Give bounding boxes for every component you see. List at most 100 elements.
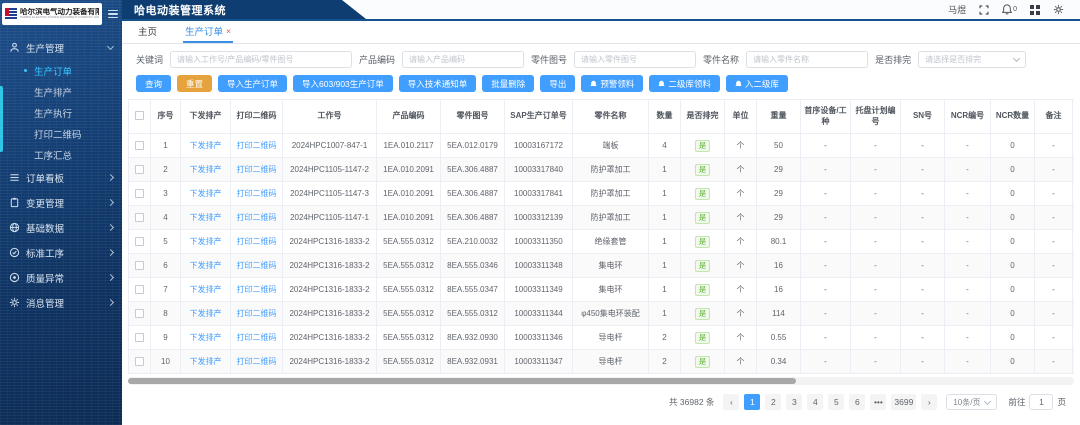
- row-checkbox[interactable]: [135, 213, 144, 222]
- settings-gear-icon[interactable]: [1053, 4, 1064, 15]
- cell-name: 防护罩加工: [573, 158, 649, 182]
- next-page-button[interactable]: ›: [921, 394, 937, 410]
- row-checkbox[interactable]: [135, 357, 144, 366]
- page-button-4[interactable]: 4: [807, 394, 823, 410]
- sidebar-item-standard-process[interactable]: 标准工序: [0, 240, 122, 265]
- page-button-5[interactable]: 5: [828, 394, 844, 410]
- row-checkbox[interactable]: [135, 285, 144, 294]
- print-qrcode-link[interactable]: 打印二维码: [237, 333, 277, 342]
- print-qrcode-link[interactable]: 打印二维码: [237, 213, 277, 222]
- cell-seq: 9: [151, 326, 181, 350]
- row-checkbox[interactable]: [135, 237, 144, 246]
- tab-home[interactable]: 主页: [136, 20, 159, 43]
- print-qrcode-link[interactable]: 打印二维码: [237, 189, 277, 198]
- prev-page-button[interactable]: ‹: [723, 394, 739, 410]
- cell-unit: 个: [725, 134, 757, 158]
- scheduled-select[interactable]: 请选择是否排完: [918, 51, 1026, 68]
- col-pallet: 托盘计划编号: [851, 100, 901, 134]
- cell-ncr-qty: 0: [991, 326, 1035, 350]
- batch-delete-button[interactable]: 批量删除: [482, 75, 534, 92]
- import-tech-notice-button[interactable]: 导入技术通知单: [399, 75, 477, 92]
- print-qrcode-link[interactable]: 打印二维码: [237, 165, 277, 174]
- export-button[interactable]: 导出: [540, 75, 575, 92]
- dispatch-link[interactable]: 下发排产: [190, 309, 222, 318]
- cell-device: -: [801, 302, 851, 326]
- cell-job: 2024HPC1316-1833-2: [283, 254, 377, 278]
- search-button[interactable]: 查询: [136, 75, 171, 92]
- tab-production-orders[interactable]: 生产订单 ×: [183, 20, 233, 43]
- sidebar-item-print-qrcode[interactable]: 打印二维码: [0, 123, 122, 144]
- page-button-1[interactable]: 1: [744, 394, 760, 410]
- into-l2-warehouse-button[interactable]: 入二级库: [726, 75, 788, 92]
- keyword-input[interactable]: [170, 51, 352, 68]
- apps-grid-icon[interactable]: [1030, 5, 1040, 15]
- sidebar-item-production-management[interactable]: 生产管理: [0, 35, 122, 60]
- collapse-sidebar-icon[interactable]: [106, 8, 120, 21]
- cell-weight: 29: [757, 182, 801, 206]
- part-no-input[interactable]: [574, 51, 696, 68]
- import-order-button[interactable]: 导入生产订单: [218, 75, 287, 92]
- print-qrcode-link[interactable]: 打印二维码: [237, 357, 277, 366]
- row-checkbox[interactable]: [135, 141, 144, 150]
- sidebar-item-change-management[interactable]: 变更管理: [0, 190, 122, 215]
- more-pages-button[interactable]: •••: [870, 394, 886, 410]
- sidebar-item-quality-exception[interactable]: 质量异常: [0, 265, 122, 290]
- import-603-903-button[interactable]: 导入603/903生产订单: [293, 75, 393, 92]
- sidebar-item-order-board[interactable]: 订单看板: [0, 165, 122, 190]
- page-button-3[interactable]: 3: [786, 394, 802, 410]
- cell-sn: -: [901, 350, 945, 374]
- sidebar-item-production-scheduling[interactable]: 生产排产: [0, 81, 122, 102]
- cell-seq: 6: [151, 254, 181, 278]
- dispatch-link[interactable]: 下发排产: [190, 141, 222, 150]
- page-button-6[interactable]: 6: [849, 394, 865, 410]
- print-qrcode-link[interactable]: 打印二维码: [237, 141, 277, 150]
- sidebar-item-production-orders[interactable]: 生产订单: [0, 60, 122, 81]
- row-checkbox[interactable]: [135, 189, 144, 198]
- l2-warehouse-material-button[interactable]: 二级库领料: [649, 75, 720, 92]
- page-button-2[interactable]: 2: [765, 394, 781, 410]
- dispatch-link[interactable]: 下发排产: [190, 261, 222, 270]
- warn-material-button[interactable]: 预警领料: [581, 75, 643, 92]
- sidebar-item-production-execution[interactable]: 生产执行: [0, 102, 122, 123]
- page-size-select[interactable]: 10条/页: [946, 394, 997, 410]
- dispatch-link[interactable]: 下发排产: [190, 165, 222, 174]
- cell-sap: 10003311349: [505, 278, 573, 302]
- cell-part: 5EA.306.4887: [441, 206, 505, 230]
- sidebar-item-base-data[interactable]: 基础数据: [0, 215, 122, 240]
- sidebar-item-message-management[interactable]: 消息管理: [0, 290, 122, 315]
- scrollbar-thumb[interactable]: [128, 378, 796, 384]
- dispatch-link[interactable]: 下发排产: [190, 189, 222, 198]
- cell-ncr-no: -: [945, 278, 991, 302]
- col-name: 零件名称: [573, 100, 649, 134]
- dispatch-link[interactable]: 下发排产: [190, 213, 222, 222]
- fullscreen-icon[interactable]: [979, 5, 989, 15]
- print-qrcode-link[interactable]: 打印二维码: [237, 237, 277, 246]
- dispatch-link[interactable]: 下发排产: [190, 333, 222, 342]
- row-checkbox[interactable]: [135, 309, 144, 318]
- row-checkbox[interactable]: [135, 333, 144, 342]
- notification-bell-icon[interactable]: 0: [1002, 4, 1017, 15]
- sidebar-top: 哈尔滨电气动力装备有限公司 HARBIN ELECTRIC POWER EQUI…: [0, 0, 122, 30]
- dispatch-link[interactable]: 下发排产: [190, 237, 222, 246]
- last-page-button[interactable]: 3699: [891, 394, 916, 410]
- print-qrcode-link[interactable]: 打印二维码: [237, 309, 277, 318]
- reset-button[interactable]: 重置: [177, 75, 212, 92]
- cell-job: 2024HPC1105-1147-1: [283, 206, 377, 230]
- dispatch-link[interactable]: 下发排产: [190, 285, 222, 294]
- goto-page-input[interactable]: [1029, 394, 1053, 410]
- part-name-input[interactable]: [746, 51, 868, 68]
- close-tab-icon[interactable]: ×: [226, 27, 231, 36]
- cell-sap: 10003311344: [505, 302, 573, 326]
- sidebar-item-process-summary[interactable]: 工序汇总: [0, 144, 122, 165]
- row-checkbox[interactable]: [135, 165, 144, 174]
- cell-device: -: [801, 278, 851, 302]
- current-username[interactable]: 马煜: [948, 3, 966, 16]
- select-all-checkbox[interactable]: [135, 111, 144, 120]
- horizontal-scrollbar[interactable]: [128, 377, 1074, 385]
- print-qrcode-link[interactable]: 打印二维码: [237, 261, 277, 270]
- company-name-en: HARBIN ELECTRIC POWER EQUIPMENT COMPANY …: [20, 16, 87, 19]
- row-checkbox[interactable]: [135, 261, 144, 270]
- product-code-input[interactable]: [402, 51, 524, 68]
- print-qrcode-link[interactable]: 打印二维码: [237, 285, 277, 294]
- dispatch-link[interactable]: 下发排产: [190, 357, 222, 366]
